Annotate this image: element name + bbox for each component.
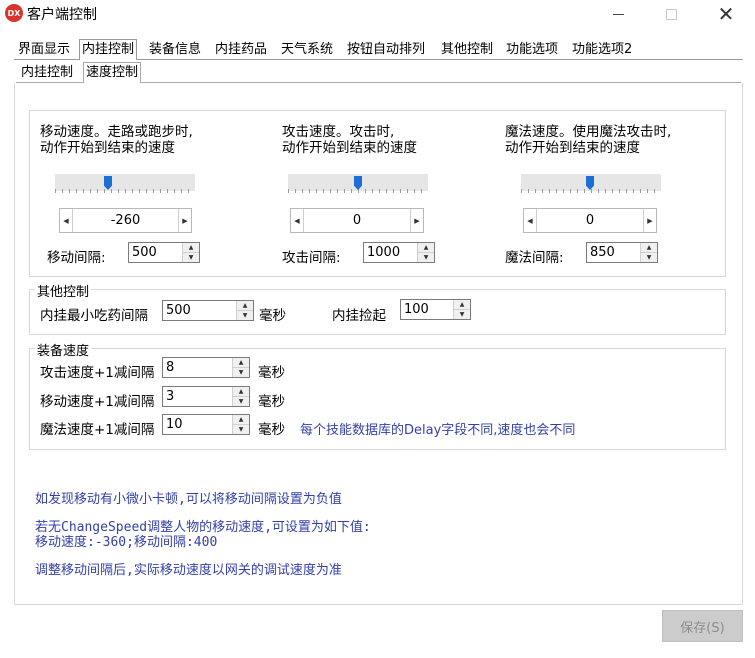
move-speed-desc-line2: 动作开始到结束的速度 xyxy=(40,140,175,156)
tab-interface-display[interactable]: 界面显示 xyxy=(16,40,73,60)
attack-interval-spinner[interactable]: 1000 ▲ ▼ xyxy=(363,242,435,263)
move-interval-label: 移动间隔: xyxy=(47,250,106,266)
attack-interval-up-button[interactable]: ▲ xyxy=(418,243,434,253)
equip-magic-unit: 毫秒 xyxy=(258,422,285,438)
attack-speed-decrease-button[interactable]: ◀ xyxy=(291,209,303,232)
equip-speed-note: 每个技能数据库的Delay字段不同,速度也会不同 xyxy=(300,423,576,438)
magic-interval-label: 魔法间隔: xyxy=(505,250,564,266)
move-speed-desc-line1: 移动速度。走路或跑步时, xyxy=(40,124,193,140)
potion-interval-label: 内挂最小吃药间隔 xyxy=(40,308,148,324)
app-icon: DX xyxy=(5,4,23,22)
equip-attack-down-button[interactable]: ▼ xyxy=(233,368,249,377)
equip-attack-unit: 毫秒 xyxy=(258,365,285,381)
attack-speed-increase-button[interactable]: ▶ xyxy=(411,209,423,232)
attack-interval-label: 攻击间隔: xyxy=(282,250,341,266)
equip-attack-up-button[interactable]: ▲ xyxy=(233,358,249,368)
equip-move-spinner[interactable]: 3 ▲ ▼ xyxy=(162,386,250,407)
magic-speed-desc-line2: 动作开始到结束的速度 xyxy=(505,140,640,156)
equip-move-unit: 毫秒 xyxy=(258,394,285,410)
attack-speed-desc-line1: 攻击速度。攻击时, xyxy=(282,124,395,140)
tab-plugin-potions[interactable]: 内挂药品 xyxy=(213,40,270,60)
window-title: 客户端控制 xyxy=(27,7,97,23)
move-interval-input[interactable]: 500 xyxy=(129,243,182,262)
magic-interval-up-button[interactable]: ▲ xyxy=(641,243,657,253)
pickup-input[interactable]: 100 xyxy=(401,300,453,319)
tab-other-control[interactable]: 其他控制 xyxy=(439,40,496,60)
magic-speed-increase-button[interactable]: ▶ xyxy=(644,209,656,232)
move-interval-spinner[interactable]: 500 ▲ ▼ xyxy=(128,242,200,263)
equip-move-down-button[interactable]: ▼ xyxy=(233,397,249,406)
potion-interval-input[interactable]: 500 xyxy=(163,301,236,320)
magic-speed-slider-ticks xyxy=(521,189,661,193)
equip-move-label: 移动速度+1减间隔 xyxy=(40,394,155,410)
equip-attack-label: 攻击速度+1减间隔 xyxy=(40,365,155,381)
other-control-title: 其他控制 xyxy=(35,281,92,300)
tab-button-auto-arrange[interactable]: 按钮自动排列 xyxy=(345,40,428,60)
move-speed-slider-ticks xyxy=(55,189,195,193)
equip-move-up-button[interactable]: ▲ xyxy=(233,387,249,397)
close-button[interactable]: ✕ xyxy=(703,0,749,28)
maximize-icon xyxy=(665,8,677,20)
equip-magic-down-button[interactable]: ▼ xyxy=(233,425,249,434)
save-button[interactable]: 保存(S) xyxy=(662,610,743,642)
magic-speed-desc-line1: 魔法速度。使用魔法攻击时, xyxy=(505,124,672,140)
equip-speed-title: 装备速度 xyxy=(35,340,92,359)
move-speed-decrease-button[interactable]: ◀ xyxy=(60,209,72,232)
close-icon: ✕ xyxy=(717,2,735,26)
note-suggested-values: 移动速度:-360;移动间隔:400 xyxy=(35,535,218,550)
move-interval-up-button[interactable]: ▲ xyxy=(183,243,199,253)
attack-speed-value: 0 xyxy=(303,209,411,232)
note-gateway-speed: 调整移动间隔后,实际移动速度以网关的调试速度为准 xyxy=(35,563,342,578)
move-speed-scroller[interactable]: ◀ -260 ▶ xyxy=(59,208,192,233)
potion-interval-up-button[interactable]: ▲ xyxy=(237,301,253,311)
subtab-plugin-control[interactable]: 内挂控制 xyxy=(19,63,75,83)
pickup-spinner[interactable]: 100 ▲ ▼ xyxy=(400,299,471,320)
attack-speed-scroller[interactable]: ◀ 0 ▶ xyxy=(290,208,424,233)
potion-interval-down-button[interactable]: ▼ xyxy=(237,311,253,320)
equip-attack-spinner[interactable]: 8 ▲ ▼ xyxy=(162,357,250,378)
potion-interval-spinner[interactable]: 500 ▲ ▼ xyxy=(162,300,254,321)
minimize-button[interactable] xyxy=(595,0,641,28)
attack-interval-input[interactable]: 1000 xyxy=(364,243,417,262)
tab-equipment-info[interactable]: 装备信息 xyxy=(147,40,204,60)
magic-speed-value: 0 xyxy=(536,209,644,232)
equip-move-input[interactable]: 3 xyxy=(163,387,232,406)
magic-interval-down-button[interactable]: ▼ xyxy=(641,253,657,262)
equip-magic-up-button[interactable]: ▲ xyxy=(233,415,249,425)
equip-magic-spinner[interactable]: 10 ▲ ▼ xyxy=(162,414,250,435)
attack-interval-down-button[interactable]: ▼ xyxy=(418,253,434,262)
magic-interval-spinner[interactable]: 850 ▲ ▼ xyxy=(586,242,658,263)
tab-function-options-2[interactable]: 功能选项2 xyxy=(570,40,635,60)
subtab-speed-control[interactable]: 速度控制 xyxy=(83,62,142,83)
magic-speed-scroller[interactable]: ◀ 0 ▶ xyxy=(523,208,657,233)
equip-magic-input[interactable]: 10 xyxy=(163,415,232,434)
maximize-button[interactable] xyxy=(648,0,694,28)
note-stutter: 如发现移动有小微小卡顿,可以将移动间隔设置为负值 xyxy=(35,492,342,507)
attack-speed-desc-line2: 动作开始到结束的速度 xyxy=(282,140,417,156)
equip-attack-input[interactable]: 8 xyxy=(163,358,232,377)
title-bar: DX 客户端控制 ✕ xyxy=(0,0,755,30)
move-interval-down-button[interactable]: ▼ xyxy=(183,253,199,262)
move-speed-value: -260 xyxy=(72,209,179,232)
tab-function-options[interactable]: 功能选项 xyxy=(504,40,561,60)
magic-speed-decrease-button[interactable]: ◀ xyxy=(524,209,536,232)
pickup-up-button[interactable]: ▲ xyxy=(454,300,470,310)
pickup-label: 内挂捡起 xyxy=(332,308,386,324)
pickup-down-button[interactable]: ▼ xyxy=(454,310,470,319)
magic-interval-input[interactable]: 850 xyxy=(587,243,640,262)
tab-weather-system[interactable]: 天气系统 xyxy=(279,40,336,60)
tab-plugin-control[interactable]: 内挂控制 xyxy=(79,39,138,60)
potion-interval-unit: 毫秒 xyxy=(259,308,286,324)
equip-magic-label: 魔法速度+1减间隔 xyxy=(40,422,155,438)
minimize-icon xyxy=(612,13,624,15)
move-speed-increase-button[interactable]: ▶ xyxy=(179,209,191,232)
